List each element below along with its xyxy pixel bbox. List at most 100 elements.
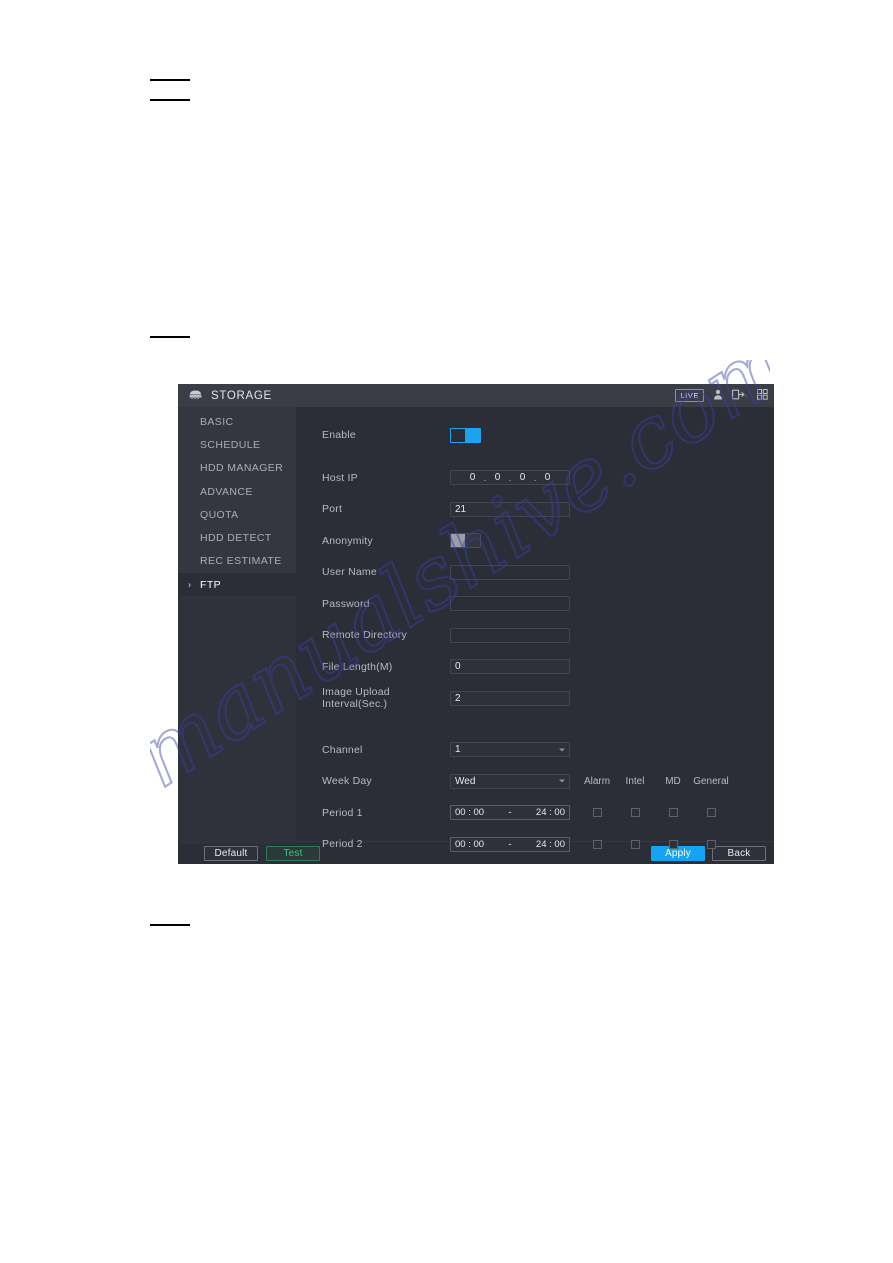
logout-icon[interactable] <box>732 389 748 403</box>
period-2-end: 24 : 00 <box>535 838 565 850</box>
period-1-alarm-checkbox-cell <box>578 808 616 818</box>
port-input[interactable]: 21 <box>450 501 570 517</box>
hdd-icon <box>188 388 203 403</box>
row-anonymity: Anonymity <box>296 530 774 553</box>
remote-directory-input[interactable] <box>450 627 570 643</box>
sidebar-item-basic[interactable]: › BASIC <box>178 410 296 433</box>
period-2-alarm-checkbox[interactable] <box>592 839 602 849</box>
file-length-input[interactable]: 0 <box>450 659 570 675</box>
anonymity-label: Anonymity <box>322 534 373 547</box>
ip-octet-1: 0 <box>469 472 476 484</box>
host-ip-input[interactable]: 0 . 0 . 0 . 0 <box>450 470 570 486</box>
period-1-dash: - <box>508 807 512 819</box>
week-day-value: Wed <box>455 775 476 787</box>
default-button[interactable]: Default <box>204 845 258 861</box>
period-1-label: Period 1 <box>322 806 363 819</box>
period-2-general-checkbox-cell <box>692 839 730 849</box>
ip-octet-2: 0 <box>494 472 501 484</box>
ip-separator: . <box>533 472 537 483</box>
redaction-mark <box>150 99 190 101</box>
ip-octet-4: 0 <box>544 472 551 484</box>
sidebar-item-label: ADVANCE <box>200 485 253 498</box>
sidebar-item-ftp[interactable]: › FTP <box>178 573 296 597</box>
sidebar-item-advance[interactable]: › ADVANCE <box>178 480 296 503</box>
period-1-intel-checkbox[interactable] <box>630 808 640 818</box>
titlebar-left-group: STORAGE <box>188 388 272 403</box>
row-week-day: Week Day Wed Alarm Intel MD General <box>296 770 774 793</box>
redaction-mark <box>150 336 190 338</box>
column-header-alarm: Alarm <box>583 775 611 787</box>
redaction-mark <box>150 79 190 81</box>
row-enable: Enable <box>296 424 774 447</box>
period-1-alarm-checkbox[interactable] <box>592 808 602 818</box>
column-header-intel: Intel <box>625 775 645 787</box>
period-2-alarm-checkbox-cell <box>578 839 616 849</box>
week-day-select[interactable]: Wed <box>450 773 570 789</box>
period-1-start: 00 : 00 <box>455 807 485 819</box>
sidebar-item-hdd-detect[interactable]: › HDD DETECT <box>178 526 296 549</box>
column-header-md: MD <box>665 775 681 787</box>
enable-toggle[interactable] <box>450 427 481 443</box>
sidebar: › BASIC › SCHEDULE › HDD MANAGER › ADVAN… <box>178 407 296 845</box>
sidebar-item-label: REC ESTIMATE <box>200 555 282 568</box>
user-icon[interactable] <box>713 389 723 403</box>
image-upload-interval-input[interactable]: 2 <box>450 690 570 706</box>
sidebar-item-label: FTP <box>200 578 222 591</box>
period-2-general-checkbox[interactable] <box>706 839 716 849</box>
row-port: Port 21 <box>296 498 774 521</box>
week-day-label: Week Day <box>322 775 372 788</box>
period-1-general-checkbox-cell <box>692 808 730 818</box>
period-2-dash: - <box>508 838 512 850</box>
chevron-down-icon <box>559 779 565 783</box>
period-2-time-input[interactable]: 00 : 00 - 24 : 00 <box>450 836 570 852</box>
row-file-length: File Length(M) 0 <box>296 656 774 679</box>
row-user-name: User Name <box>296 561 774 584</box>
row-period-1: Period 1 00 : 00 - 24 : 00 <box>296 802 774 825</box>
window-titlebar: STORAGE LIVE <box>178 384 774 407</box>
sidebar-item-rec-estimate[interactable]: › REC ESTIMATE <box>178 550 296 573</box>
ip-separator: . <box>508 472 512 483</box>
period-1-general-checkbox[interactable] <box>706 808 716 818</box>
port-label: Port <box>322 503 343 516</box>
remote-directory-label: Remote Directory <box>322 629 407 642</box>
sidebar-item-label: BASIC <box>200 415 234 428</box>
column-header-general: General <box>693 775 729 787</box>
sidebar-filler <box>178 596 296 845</box>
live-badge[interactable]: LIVE <box>675 389 704 402</box>
enable-label: Enable <box>322 429 356 442</box>
host-ip-octets: 0 . 0 . 0 . 0 <box>464 472 557 483</box>
anonymity-toggle[interactable] <box>450 533 481 549</box>
period-2-md-checkbox[interactable] <box>668 839 678 849</box>
period-1-time-input[interactable]: 00 : 00 - 24 : 00 <box>450 805 570 821</box>
period-2-intel-checkbox[interactable] <box>630 839 640 849</box>
redaction-mark <box>150 924 190 926</box>
ip-octet-3: 0 <box>519 472 526 484</box>
channel-value: 1 <box>455 744 461 756</box>
row-remote-directory: Remote Directory <box>296 624 774 647</box>
sidebar-item-label: QUOTA <box>200 508 239 521</box>
channel-select[interactable]: 1 <box>450 742 570 758</box>
period-2-md-checkbox-cell <box>654 839 692 849</box>
image-upload-interval-label: Image Upload Interval(Sec.) <box>322 686 390 711</box>
sidebar-item-label: HDD DETECT <box>200 532 272 545</box>
period-1-md-checkbox[interactable] <box>668 808 678 818</box>
password-label: Password <box>322 597 370 610</box>
toggle-knob <box>465 428 480 442</box>
sidebar-item-schedule[interactable]: › SCHEDULE <box>178 433 296 456</box>
period-1-end: 24 : 00 <box>535 807 565 819</box>
period-1-intel-checkbox-cell <box>616 808 654 818</box>
file-length-label: File Length(M) <box>322 660 393 673</box>
period-2-start: 00 : 00 <box>455 838 485 850</box>
titlebar-right-group: LIVE <box>675 388 768 403</box>
channel-label: Channel <box>322 743 363 756</box>
grid-apps-icon[interactable] <box>757 388 768 403</box>
toggle-knob <box>451 534 465 548</box>
row-host-ip: Host IP 0 . 0 . 0 . 0 <box>296 467 774 490</box>
sidebar-item-quota[interactable]: › QUOTA <box>178 503 296 526</box>
chevron-down-icon <box>745 395 747 397</box>
user-name-input[interactable] <box>450 564 570 580</box>
password-input[interactable] <box>450 596 570 612</box>
sidebar-item-hdd-manager[interactable]: › HDD MANAGER <box>178 457 296 480</box>
period-2-label: Period 2 <box>322 838 363 851</box>
ftp-settings-pane: Enable Host IP 0 . 0 . 0 . 0 Port 21 Ano… <box>296 407 774 852</box>
